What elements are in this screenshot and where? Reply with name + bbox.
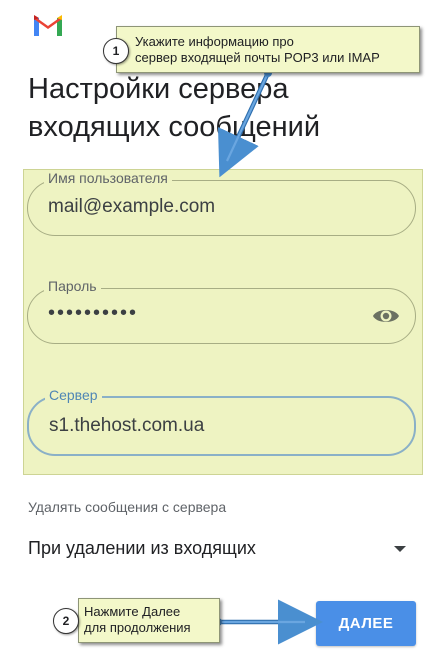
callout-1-number: 1 [103,38,129,64]
server-label: Сервер [45,387,102,403]
gmail-logo-icon [34,15,62,36]
server-field[interactable]: Сервер s1.thehost.com.ua [27,387,416,456]
callout-2: Нажмите Далее для продолжения [78,598,220,643]
delete-messages-select[interactable]: При удалении из входящих [28,538,406,562]
callout-1: Укажите информацию про сервер входящей п… [116,26,420,73]
password-field[interactable]: Пароль •••••••••• [27,278,416,344]
page-title: Настройки сервера входящих сообщений [28,73,321,143]
username-field[interactable]: Имя пользователя mail@example.com [27,170,416,236]
callout-2-text: Нажмите Далее для продолжения [84,604,191,635]
password-label: Пароль [44,278,101,294]
callout-1-text: Укажите информацию про сервер входящей п… [135,34,380,65]
username-label: Имя пользователя [44,170,172,186]
username-value: mail@example.com [48,196,216,217]
server-value: s1.thehost.com.ua [49,415,205,436]
delete-messages-label: Удалять сообщения с сервера [28,499,227,515]
password-value: •••••••••• [48,302,139,324]
delete-messages-value: При удалении из входящих [28,538,256,558]
next-button[interactable]: ДАЛЕЕ [316,601,416,646]
dropdown-arrow-icon [394,546,406,552]
eye-icon[interactable] [372,305,400,327]
callout-2-number: 2 [53,608,79,634]
